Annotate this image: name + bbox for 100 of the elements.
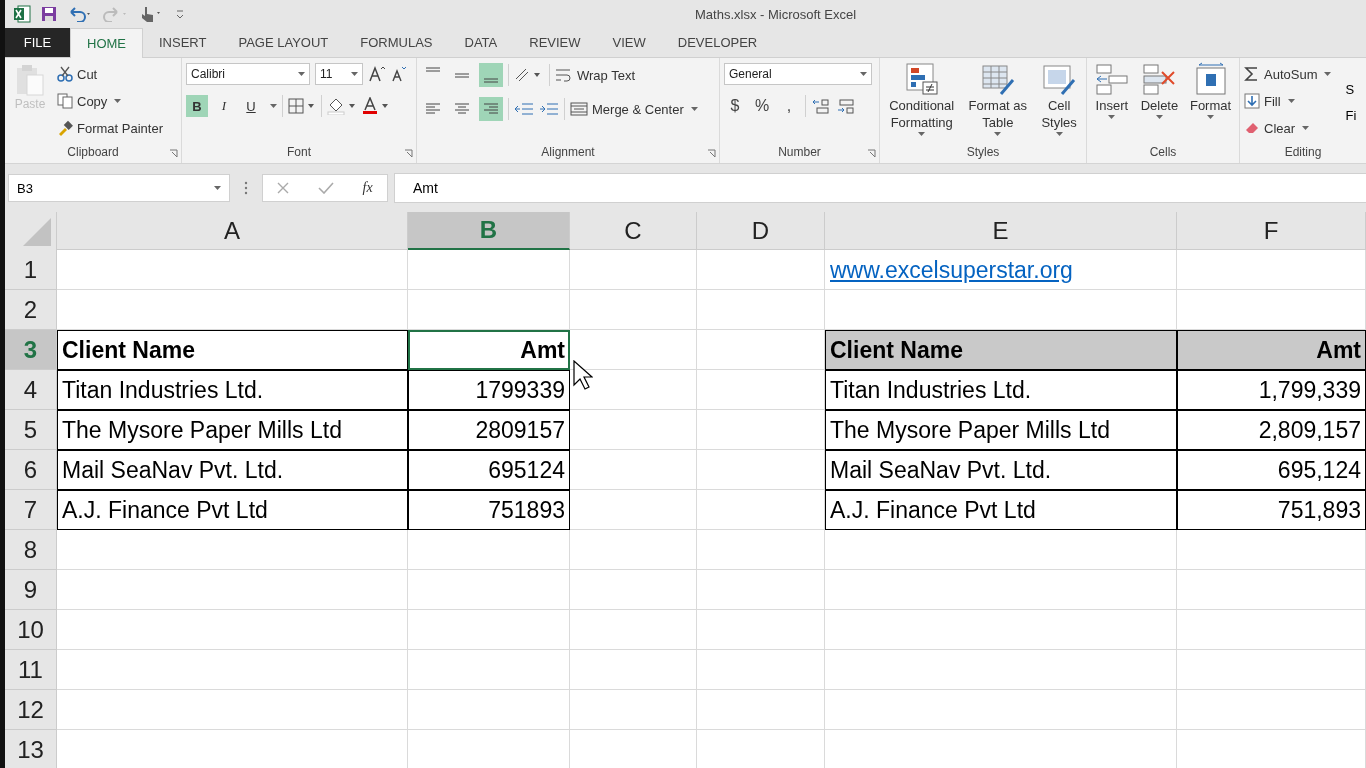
- row-header[interactable]: 12: [5, 690, 57, 730]
- bold-button[interactable]: B: [186, 95, 208, 117]
- table-cell: A.J. Finance Pvt Ltd: [825, 490, 1177, 530]
- insert-cells-button[interactable]: Insert: [1094, 62, 1129, 141]
- undo-icon[interactable]: [67, 6, 93, 22]
- conditional-formatting-icon: [904, 62, 939, 96]
- table-cell: 1799339: [408, 370, 570, 410]
- caret-icon: [270, 104, 277, 108]
- number-format-button[interactable]: ,: [778, 97, 800, 115]
- clipboard-icon: [15, 63, 45, 97]
- ribbon-tab[interactable]: PAGE LAYOUT: [222, 28, 345, 57]
- row-header[interactable]: 1: [5, 250, 57, 290]
- bottom-align-button[interactable]: [479, 63, 503, 87]
- grow-font-icon[interactable]: [368, 65, 386, 83]
- merge-cells-icon: [570, 101, 588, 117]
- delete-cells-icon: [1142, 62, 1177, 96]
- ribbon-tab[interactable]: FORMULAS: [344, 28, 449, 57]
- autosum-button[interactable]: AutoSum: [1244, 63, 1332, 85]
- ribbon-tab[interactable]: VIEW: [596, 28, 662, 57]
- row-header[interactable]: 13: [5, 730, 57, 768]
- copy-button[interactable]: Copy: [57, 90, 163, 112]
- sigma-icon: [1244, 66, 1260, 82]
- number-format-field[interactable]: General: [724, 63, 872, 85]
- cut-button[interactable]: Cut: [57, 63, 163, 85]
- caret-icon: [214, 186, 221, 190]
- cell-styles-button[interactable]: Cell Styles: [1041, 62, 1077, 141]
- file-tab[interactable]: FILE: [5, 28, 70, 57]
- spreadsheet-app-icon[interactable]: [13, 5, 31, 23]
- number-format-button[interactable]: %: [751, 97, 773, 115]
- ribbon-tab[interactable]: DEVELOPER: [661, 28, 774, 57]
- conditional-formatting-button[interactable]: Conditional Formatting: [889, 62, 955, 141]
- row-header[interactable]: 4: [5, 370, 57, 410]
- check-icon[interactable]: [317, 182, 334, 194]
- format-painter-button[interactable]: Format Painter: [57, 117, 163, 139]
- dialog-launcher-icon[interactable]: [867, 149, 876, 158]
- delete-cells-button[interactable]: Delete: [1140, 62, 1179, 141]
- table-cell: Titan Industries Ltd.: [825, 370, 1177, 410]
- format-cells-button[interactable]: Format: [1189, 62, 1232, 141]
- group-label: Number: [778, 145, 821, 159]
- row-header[interactable]: 7: [5, 490, 57, 530]
- dialog-launcher-icon[interactable]: [707, 149, 716, 158]
- table-cell: Amt: [1177, 330, 1366, 370]
- table-cell: A.J. Finance Pvt Ltd: [57, 490, 408, 530]
- customize-icon[interactable]: [175, 8, 185, 20]
- insert-function-button[interactable]: fx: [362, 180, 373, 196]
- ribbon-tab[interactable]: INSERT: [143, 28, 223, 57]
- table-cell: 2809157: [408, 410, 570, 450]
- save-icon[interactable]: [41, 6, 57, 22]
- italic-button[interactable]: I: [213, 95, 235, 117]
- clear-button[interactable]: Clear: [1244, 117, 1332, 139]
- group-label: Clipboard: [67, 145, 119, 159]
- name-box[interactable]: B3: [8, 174, 230, 202]
- table-cell: 751893: [408, 490, 570, 530]
- increase-decimal-icon[interactable]: [811, 98, 831, 114]
- borders-icon[interactable]: [288, 98, 316, 114]
- insert-cells-icon: [1094, 62, 1129, 96]
- ribbon-tab[interactable]: DATA: [448, 28, 514, 57]
- formula-field[interactable]: Amt: [394, 173, 1366, 203]
- row-header[interactable]: 10: [5, 610, 57, 650]
- shrink-font-icon[interactable]: [391, 65, 407, 83]
- row-header[interactable]: 11: [5, 650, 57, 690]
- format-as-table-button[interactable]: Format as Table: [968, 62, 1028, 141]
- number-format-button[interactable]: $: [724, 97, 746, 115]
- table-cell: 695124: [408, 450, 570, 490]
- mouse-pointer-icon: [573, 360, 593, 390]
- table-cell: Mail SeaNav Pvt. Ltd.: [57, 450, 408, 490]
- table-cell: Titan Industries Ltd.: [57, 370, 408, 410]
- caret-icon: [1207, 115, 1215, 119]
- row-header[interactable]: 6: [5, 450, 57, 490]
- cell-brush-icon: [1042, 62, 1077, 96]
- table-cell: 695,124: [1177, 450, 1366, 490]
- merge-center-button[interactable]: Merge & Center: [570, 98, 698, 120]
- row-header[interactable]: 2: [5, 290, 57, 330]
- row-header[interactable]: 8: [5, 530, 57, 570]
- fill-button[interactable]: Fill: [1244, 90, 1332, 112]
- font-size-field[interactable]: 11: [315, 63, 363, 85]
- fill-color-icon[interactable]: [327, 97, 357, 115]
- underline-button[interactable]: U: [240, 95, 262, 117]
- decrease-decimal-icon[interactable]: [836, 98, 856, 114]
- group-label: Editing: [1284, 145, 1322, 159]
- table-cell: 1,799,339: [1177, 370, 1366, 410]
- sort-filter-button[interactable]: S Fi: [1345, 77, 1357, 141]
- row-header[interactable]: 9: [5, 570, 57, 610]
- align-icon: [425, 101, 441, 117]
- ribbon-tab[interactable]: HOME: [70, 28, 143, 58]
- caret-icon: [1155, 115, 1163, 119]
- dialog-launcher-icon[interactable]: [169, 149, 178, 158]
- link-cell[interactable]: www.excelsuperstar.org: [825, 250, 1177, 290]
- font-name-field[interactable]: Calibri: [186, 63, 310, 85]
- ribbon-tab[interactable]: REVIEW: [513, 28, 597, 57]
- row-header[interactable]: 5: [5, 410, 57, 450]
- table-cell: Client Name: [57, 330, 408, 370]
- cancel-icon[interactable]: [277, 182, 290, 194]
- caret-icon: [1108, 115, 1116, 119]
- right-align-button[interactable]: [479, 97, 503, 121]
- dialog-launcher-icon[interactable]: [404, 149, 413, 158]
- fill-down-icon: [1244, 93, 1260, 109]
- window-title: Maths.xlsx - Microsoft Excel: [695, 6, 857, 22]
- wrap-text-button[interactable]: Wrap Text: [555, 64, 636, 86]
- table-brush-icon: [980, 62, 1015, 96]
